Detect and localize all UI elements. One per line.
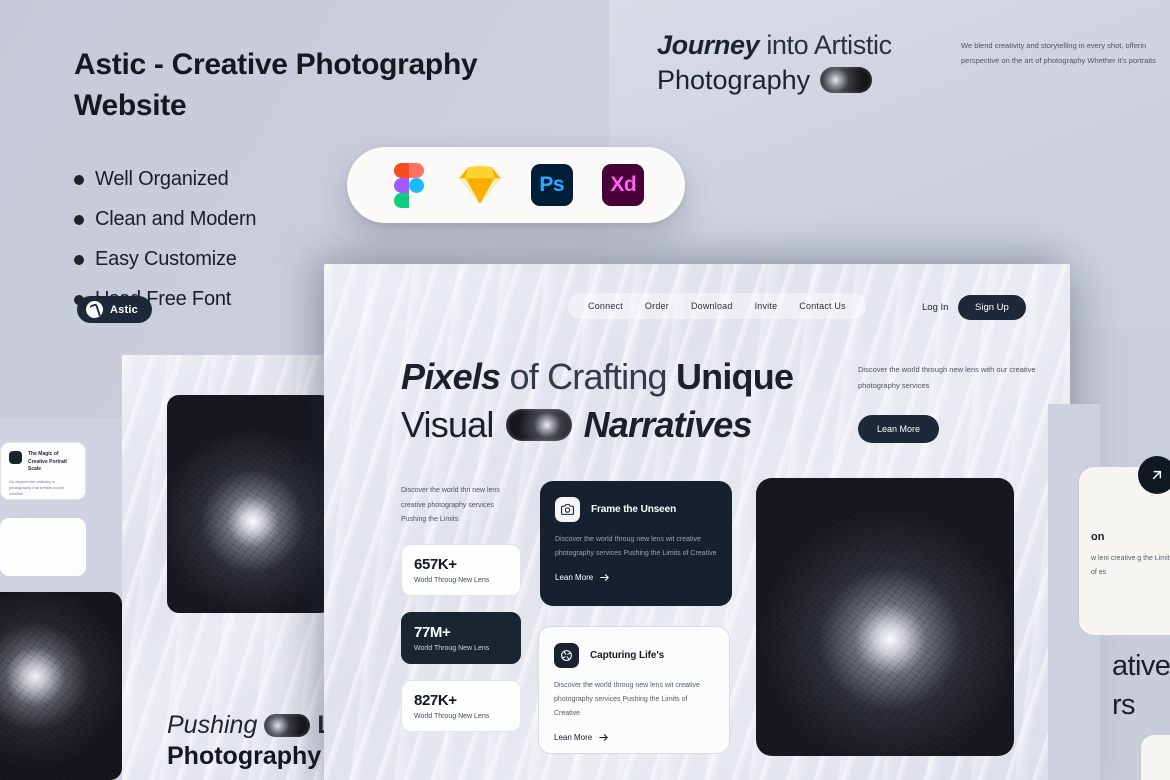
brand-logo[interactable]: Astic [77,296,152,323]
right-edge-mockup-panel: on w leni creative g the Limits of es at… [1048,404,1170,780]
card-desc: w leni creative g the Limits of es [1091,555,1170,576]
left-bottom-image-panel [0,592,122,780]
bullet-icon [74,254,84,265]
footer-line2: rs [1112,689,1136,721]
image-grain [0,592,122,780]
lean-more-link[interactable]: Lean More [554,732,714,743]
stat-caption: World Throug New Lens [414,645,490,653]
feature-card-frame-the-unseen: Frame the Unseen Discover the world thro… [540,481,732,606]
arrow-up-right-button[interactable] [1138,456,1170,494]
hero-lean-more-button[interactable]: Lean More [858,415,940,443]
ps-label: Ps [530,164,573,206]
screenshot-root: Astic - Creative Photography Website Wel… [0,0,1170,780]
page-title: Astic - Creative Photography Website [74,48,478,123]
stats-column: Discover the world thri new lens creativ… [401,484,521,733]
arrow-right-icon [599,734,608,741]
design-tools-pill: Ps Xd [347,147,685,223]
card-title: on [1091,531,1105,543]
mini-card: The Magic of Creative Portrait Scale Go … [0,442,86,500]
main-hero-camera-image [756,478,1014,756]
stat-caption: World Throug New Lens [414,577,490,585]
bullet-icon [74,174,84,185]
stats-blurb: Discover the world thri new lens creativ… [401,487,500,524]
right-bottom-card [1140,734,1170,780]
link-label: Lean More [554,733,593,742]
main-navigation: Connect Order Download Invite Contact Us [568,293,866,319]
hero-description: Discover the world through new lens with… [858,365,1036,390]
headline-word-pixels: Pixels [401,356,501,397]
feature-label: Easy Customize [95,248,237,270]
camera-lens-chip-icon [820,67,873,94]
headline-rest: into Artistic [759,30,892,60]
headline-word-visual: Visual [401,404,494,446]
headline-word-narratives: Narratives [583,404,753,446]
nav-item-connect[interactable]: Connect [588,301,623,311]
headline-word-unique: Unique [675,356,794,397]
stat-card: 827K+ World Throug New Lens [401,680,521,733]
headline-line2: Photography [657,64,811,95]
feature-label: Clean and Modern [95,208,257,230]
headline-word-of-crafting: of Crafting [500,356,676,397]
list-item: Clean and Modern [74,208,257,231]
hero-headline: Pixels of Crafting Unique Visual Narrati… [401,356,841,446]
link-label: Lean More [555,573,594,582]
lean-more-link[interactable]: Lean More [555,572,717,583]
large-format-camera-image [0,592,122,780]
nav-item-order[interactable]: Order [645,301,669,311]
arrow-right-icon [600,574,609,581]
xd-label: Xd [602,164,645,206]
nav-item-invite[interactable]: Invite [755,301,778,311]
footer-word1: Pushing [167,711,258,739]
feature-card-capturing-lifes: Capturing Life's Discover the world thro… [538,626,730,754]
top-description: We blend creativity and storytelling in … [961,41,1156,65]
camera-lens-chip-icon [505,409,572,442]
sign-up-button[interactable]: Sign Up [958,295,1026,320]
card-title: The Magic of Creative Portrait Scale [28,451,67,472]
astic-logo-icon [86,301,103,318]
stat-number: 77M+ [414,624,451,642]
camera-lens-chip-icon [264,714,311,737]
list-item: Easy Customize [74,248,256,271]
camera-icon [555,497,580,522]
top-headline: Journey into Artistic Photography [657,28,957,98]
card-desc: Go beyond the ordinary w photography tha… [9,478,65,497]
nav-item-contact-us[interactable]: Contact Us [799,301,846,311]
nav-item-download[interactable]: Download [691,301,733,311]
right-panel-footer: ative rs [1112,650,1170,722]
left-middle-mockup-panel: Pushing Lin Photography [122,355,344,780]
image-icon [9,451,22,464]
image-grain [0,518,86,576]
headline-emphasis: Journey [657,30,760,60]
sketch-glyph [459,165,502,204]
log-in-link[interactable]: Log In [922,302,948,313]
image-grain [756,478,1014,756]
card-body: Discover the world throug new lens wit c… [555,536,717,557]
aperture-icon [554,643,579,668]
figma-icon [386,162,432,208]
stat-caption: World Throug New Lens [414,713,490,721]
bullet-icon [74,214,84,225]
card-title: Frame the Unseen [591,504,677,515]
footer-line2: Photography [167,742,322,770]
feature-label: Well Organized [95,168,229,190]
list-item: Well Organized [74,168,256,191]
stat-card: 657K+ World Throug New Lens [401,544,521,597]
brand-name: Astic [110,303,138,316]
sketch-icon [457,162,503,208]
shattered-camera-image [167,395,332,613]
camera-thumb-image [0,518,86,576]
image-grain [167,395,332,613]
photoshop-icon: Ps [529,162,575,208]
stat-card: 77M+ World Throug New Lens [401,612,521,665]
card-title: Capturing Life's [590,650,665,661]
stat-number: 657K+ [414,556,457,574]
xd-icon: Xd [600,162,646,208]
footer-line1: ative [1112,650,1170,682]
left-panel-footer: Pushing Lin Photography [167,711,344,771]
card-body: Discover the world throug new lens wit c… [554,682,700,717]
arrow-up-right-icon [1152,470,1162,480]
stat-number: 827K+ [414,692,457,710]
